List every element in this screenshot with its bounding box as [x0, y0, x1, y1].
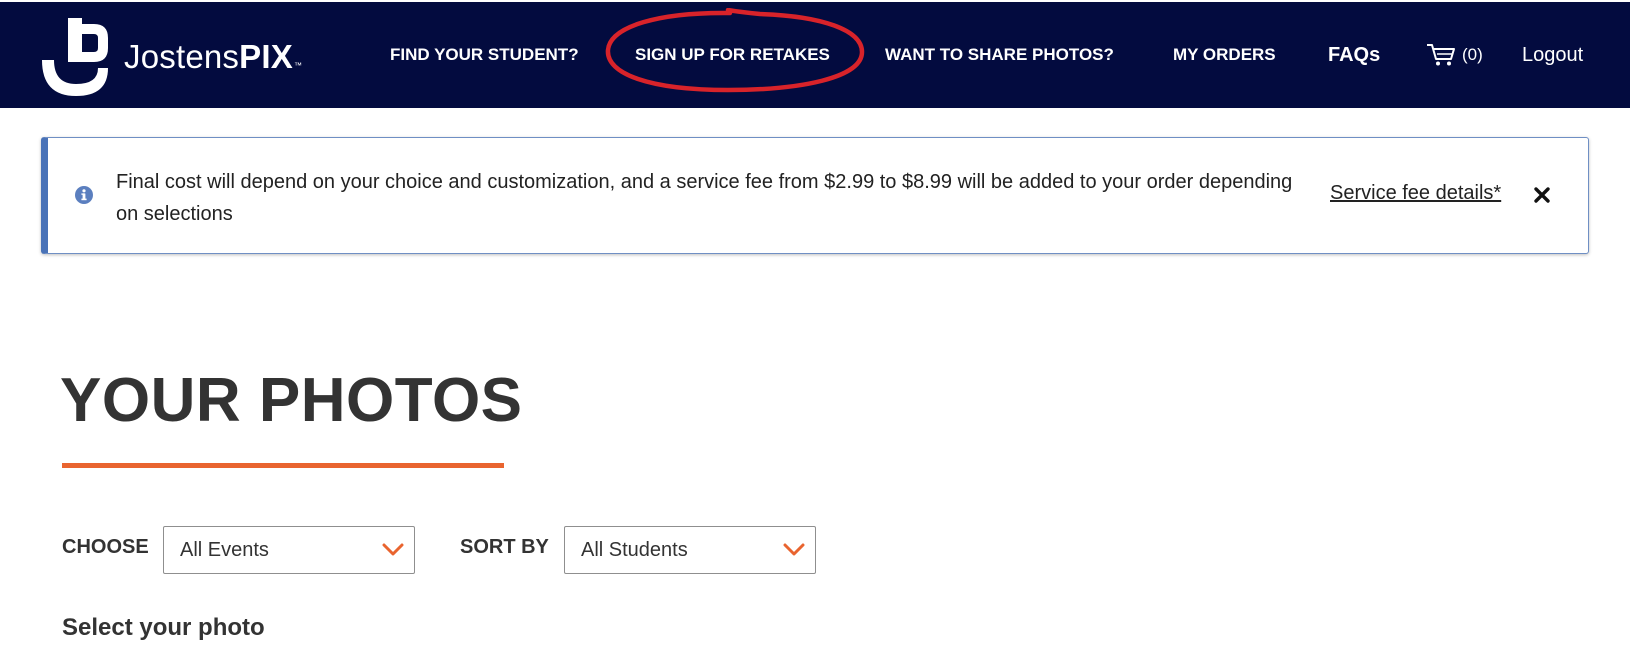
- sort-by-label: SORT BY: [460, 536, 549, 558]
- brand-name: Jostens PIX ™: [124, 38, 302, 76]
- students-select-value: All Students: [581, 539, 688, 561]
- events-select[interactable]: All Events: [163, 526, 415, 574]
- notice-message: Final cost will depend on your choice an…: [116, 171, 1293, 225]
- brand-name-light: Jostens: [124, 38, 240, 75]
- jostens-j-logo-icon: [42, 18, 110, 96]
- nav-want-to-share-photos[interactable]: WANT TO SHARE PHOTOS?: [885, 2, 1114, 108]
- nav-find-your-student[interactable]: FIND YOUR STUDENT?: [390, 2, 579, 108]
- page-title: YOUR PHOTOS: [60, 366, 523, 435]
- shopping-cart-icon: [1427, 44, 1455, 66]
- nav-sign-up-for-retakes[interactable]: SIGN UP FOR RETAKES: [635, 2, 830, 108]
- service-fee-notice: Final cost will depend on your choice an…: [41, 137, 1589, 254]
- close-icon[interactable]: [1533, 186, 1551, 204]
- info-icon: [75, 186, 93, 204]
- brand-name-bold: PIX: [239, 38, 293, 75]
- choose-label: CHOOSE: [62, 536, 149, 558]
- trademark-symbol: ™: [293, 61, 303, 70]
- cart-count: (0): [1462, 45, 1483, 64]
- nav-logout[interactable]: Logout: [1522, 2, 1583, 108]
- nav-cart[interactable]: (0): [1426, 2, 1483, 108]
- students-sort-select[interactable]: All Students: [564, 526, 816, 574]
- title-underline: [62, 463, 504, 468]
- brand-logo[interactable]: Jostens PIX ™: [42, 16, 302, 98]
- nav-faqs[interactable]: FAQs: [1328, 2, 1380, 108]
- service-fee-details-link[interactable]: Service fee details*: [1330, 182, 1501, 205]
- events-select-value: All Events: [180, 539, 269, 561]
- nav-my-orders[interactable]: MY ORDERS: [1173, 2, 1276, 108]
- top-navbar: Jostens PIX ™ FIND YOUR STUDENT? SIGN UP F…: [0, 0, 1630, 108]
- select-photo-heading: Select your photo: [62, 614, 265, 641]
- chevron-down-icon: [382, 543, 404, 556]
- chevron-down-icon: [783, 543, 805, 556]
